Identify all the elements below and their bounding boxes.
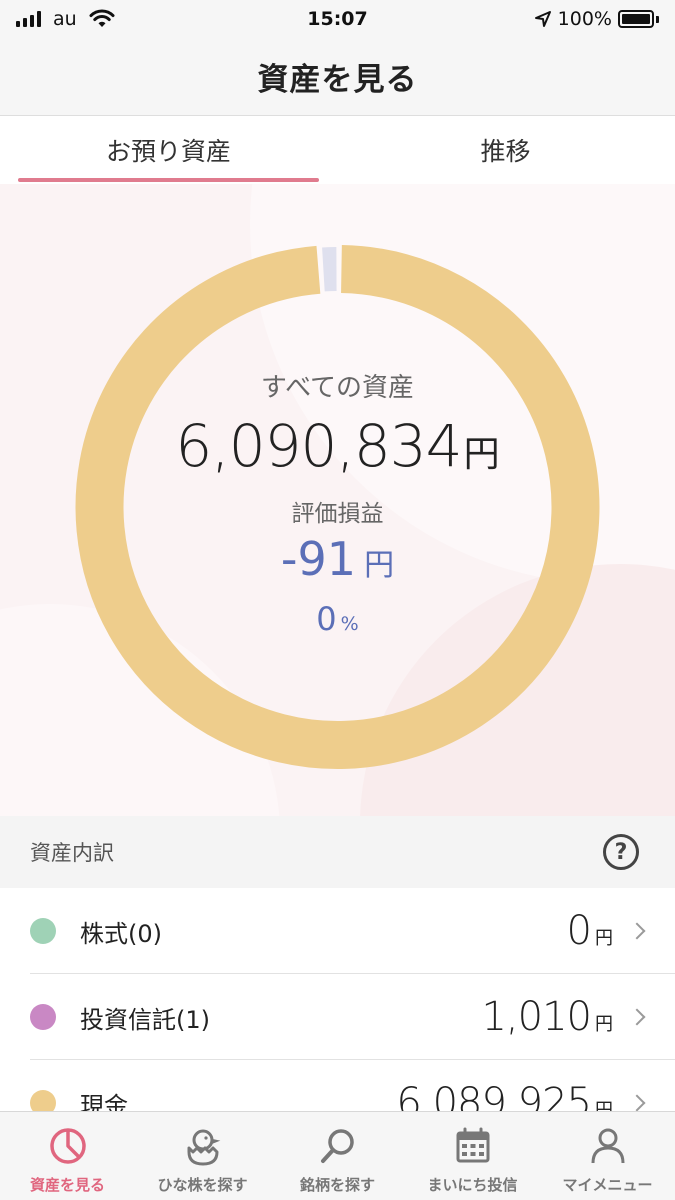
chevron-right-icon <box>628 1094 646 1112</box>
breakdown-row-stocks[interactable]: 株式(0) 0 円 <box>0 888 675 974</box>
row-value: 1,010 <box>481 994 592 1040</box>
page-title: 資産を見る <box>257 62 418 98</box>
total-assets-unit: 円 <box>463 434 500 475</box>
nav-search-stocks[interactable]: 銘柄を探す <box>270 1112 405 1200</box>
bottom-nav: 資産を見る ひな株を探す 銘柄を探す まいにち投信 マイメニュー <box>0 1111 675 1200</box>
signal-icon <box>16 11 41 27</box>
profit-loss-row: -91 円 <box>0 532 675 586</box>
breakdown-title: 資産内訳 <box>30 841 114 865</box>
row-unit: 円 <box>595 928 613 949</box>
pie-chart-icon <box>49 1128 86 1164</box>
chevron-right-icon <box>628 922 646 940</box>
total-assets-value: 6,090,834 <box>175 412 462 480</box>
title-bar: 資産を見る <box>0 38 675 116</box>
asset-donut-chart-area: すべての資産 6,090,834円 評価損益 -91 円 0% <box>0 184 675 816</box>
wifi-icon <box>89 9 115 27</box>
breakdown-header: 資産内訳 ? <box>0 816 675 888</box>
nav-label: 銘柄を探す <box>299 1176 375 1194</box>
breakdown-list: 株式(0) 0 円 投資信託(1) 1,010 円 現金 6,089,925 円 <box>0 888 675 1146</box>
stocks-color-dot <box>30 918 56 944</box>
profit-loss-percent-row: 0% <box>0 600 675 638</box>
location-arrow-icon <box>534 11 551 27</box>
status-right: 100% <box>459 8 659 30</box>
tab-bar: お預り資産 推移 <box>0 116 675 184</box>
app-screen: au 15:07 100% 資産を見る お預り資産 推移 すべての資産 6,09… <box>0 0 675 1200</box>
nav-find-chick-stocks[interactable]: ひな株を探す <box>135 1112 270 1200</box>
search-icon <box>320 1129 354 1163</box>
person-icon <box>591 1128 624 1164</box>
nav-label: まいにち投信 <box>427 1176 518 1194</box>
row-unit: 円 <box>595 1014 613 1035</box>
status-left: au <box>16 8 216 30</box>
status-bar: au 15:07 100% <box>0 0 675 38</box>
investment-trust-color-dot <box>30 1004 56 1030</box>
profit-loss-value: -91 <box>280 532 357 586</box>
battery-icon <box>618 10 659 28</box>
profit-loss-percent: 0 <box>316 600 337 638</box>
tab-deposited-assets[interactable]: お預り資産 <box>0 116 337 184</box>
profit-loss-percent-unit: % <box>340 613 359 635</box>
status-time: 15:07 <box>307 8 368 30</box>
total-assets-row: 6,090,834円 <box>0 412 675 480</box>
nav-view-assets[interactable]: 資産を見る <box>0 1112 135 1200</box>
nav-label: 資産を見る <box>29 1176 105 1194</box>
profit-loss-unit: 円 <box>364 548 395 583</box>
nav-label: マイメニュー <box>562 1176 653 1194</box>
nav-label: ひな株を探す <box>157 1176 248 1194</box>
all-assets-label: すべての資産 <box>260 373 415 403</box>
calendar-icon <box>456 1127 489 1163</box>
battery-percent: 100% <box>557 8 612 30</box>
question-circle-icon[interactable]: ? <box>603 834 639 870</box>
nav-daily-fund[interactable]: まいにち投信 <box>405 1112 540 1200</box>
chevron-right-icon <box>628 1008 646 1026</box>
tab-transition[interactable]: 推移 <box>337 116 674 184</box>
profit-loss-label: 評価損益 <box>291 501 384 527</box>
row-value: 0 <box>566 908 592 954</box>
carrier-name: au <box>53 8 77 30</box>
nav-my-menu[interactable]: マイメニュー <box>540 1112 675 1200</box>
breakdown-row-investment-trust[interactable]: 投資信託(1) 1,010 円 <box>0 974 675 1060</box>
row-label: 株式(0) <box>80 919 162 948</box>
chick-icon <box>187 1129 220 1166</box>
row-label: 投資信託(1) <box>80 1005 210 1034</box>
